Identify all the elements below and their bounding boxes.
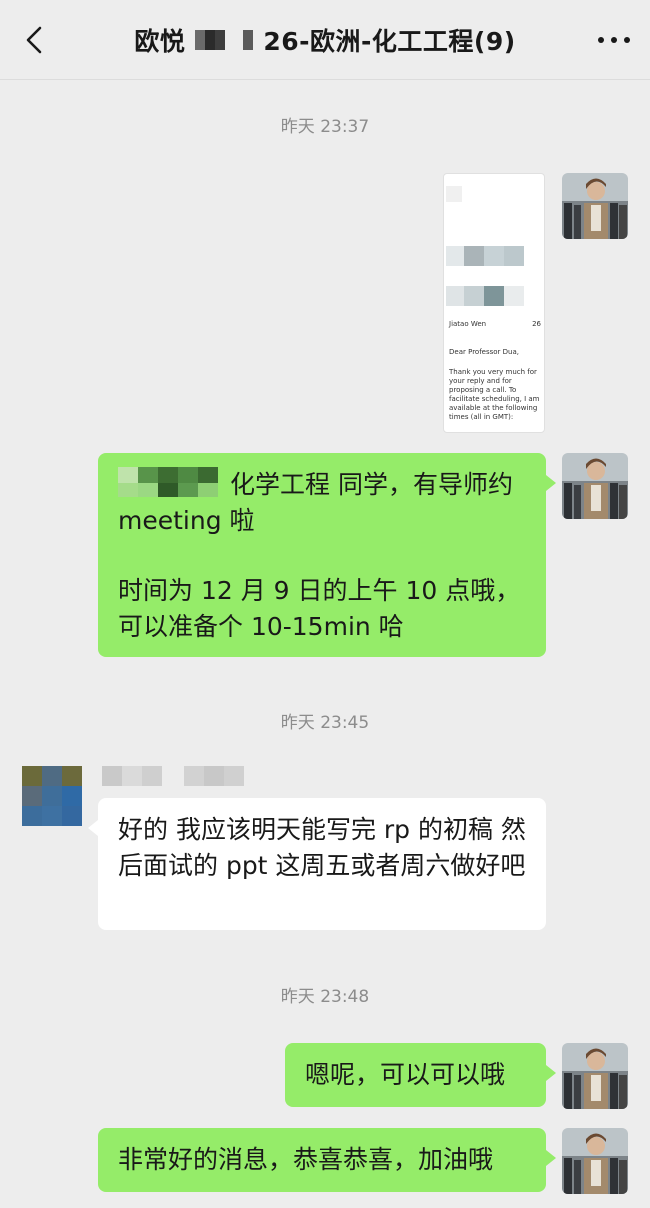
chat-header: 欧悦 26-欧洲-化工工程(9)	[0, 0, 650, 80]
title-prefix: 欧悦	[134, 27, 186, 56]
message-text: 非常好的消息，恭喜恭喜，加油哦	[118, 1145, 494, 1174]
more-dots-icon[interactable]	[596, 32, 632, 48]
avatar[interactable]	[562, 453, 628, 519]
timestamp: 昨天 23:37	[280, 117, 370, 137]
avatar[interactable]	[562, 1043, 628, 1109]
doc-num: 26	[532, 320, 541, 328]
doc-name: Jiatao Wen	[449, 320, 487, 328]
avatar[interactable]	[562, 1128, 628, 1194]
timestamp: 昨天 23:45	[280, 713, 370, 733]
avatar[interactable]	[562, 173, 628, 239]
sender-name-mosaic	[102, 766, 244, 786]
doc-body: Thank you very much for your reply and f…	[449, 368, 540, 421]
redacted-mosaic	[446, 246, 524, 266]
title-mosaic	[195, 30, 254, 50]
message-bubble-outgoing[interactable]: 化学工程 同学，有导师约 meeting 啦 时间为 12 月 9 日的上午 1…	[98, 453, 556, 657]
message-text: 时间为 12 月 9 日的上午 10 点哦，可以准备个 10-15min 哈	[118, 576, 521, 641]
message-text: 化学工程 同学，有导师约 meeting 啦	[118, 470, 513, 535]
doc-greeting: Dear Professor Dua,	[449, 348, 519, 356]
redacted-mosaic	[446, 286, 524, 306]
message-text: 嗯呢，可以可以哦	[305, 1060, 506, 1089]
image-message[interactable]: Jiatao Wen 26 Dear Professor Dua, Thank …	[443, 173, 545, 433]
message-bubble-incoming[interactable]: 好的 我应该明天能写完 rp 的初稿 然后面试的 ppt 这周五或者周六做好吧	[88, 798, 546, 930]
message-text: 好的 我应该明天能写完 rp 的初稿 然后面试的 ppt 这周五或者周六做好吧	[118, 815, 526, 880]
message-bubble-outgoing[interactable]: 嗯呢，可以可以哦	[285, 1043, 556, 1107]
title-suffix: 26-欧洲-化工工程(9)	[263, 27, 516, 56]
avatar[interactable]	[22, 766, 88, 832]
timestamp: 昨天 23:48	[280, 987, 370, 1007]
chat-title: 欧悦 26-欧洲-化工工程(9)	[0, 22, 650, 58]
message-bubble-outgoing[interactable]: 非常好的消息，恭喜恭喜，加油哦	[98, 1128, 556, 1192]
